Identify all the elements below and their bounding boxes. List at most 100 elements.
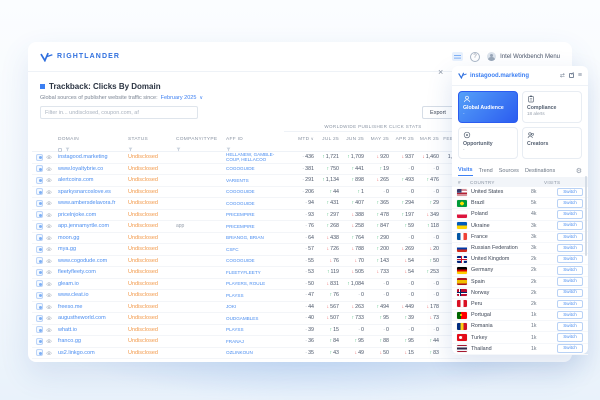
domain-link[interactable]: www.ambersdelavora.fr (58, 200, 128, 206)
aff-id-link[interactable]: PLAYSS (226, 293, 284, 298)
aff-id-link[interactable]: FRANAJ (226, 339, 284, 344)
switch-button[interactable]: Switch (557, 277, 583, 286)
preview-eye-icon[interactable] (46, 201, 52, 206)
panel-card-compliance[interactable]: Compliance18 alerts (522, 91, 582, 123)
switch-button[interactable]: Switch (557, 210, 583, 219)
tab-destinations[interactable]: Destinations (525, 168, 555, 176)
tab-sources[interactable]: Sources (499, 168, 519, 176)
export-button[interactable]: Export (422, 106, 454, 119)
open-external-icon[interactable] (569, 73, 574, 78)
country-name: Romania (471, 323, 531, 329)
aff-id-link[interactable]: OZLINKOUN (226, 350, 284, 355)
domain-link[interactable]: mya.gg (58, 246, 128, 252)
month-stat: ↓726 (314, 246, 339, 252)
help-icon[interactable]: ? (470, 52, 480, 62)
preview-eye-icon[interactable] (46, 190, 52, 195)
apps-icon[interactable] (452, 52, 463, 61)
domain-link[interactable]: www.cleat.io (58, 292, 128, 298)
aff-id-link[interactable]: PLAYERS, ROULE (226, 281, 284, 286)
preview-eye-icon[interactable] (46, 351, 52, 356)
domain-link[interactable]: www.loyaltybrie.co (58, 166, 128, 172)
aff-id-link[interactable]: COGOGUIDE (226, 258, 284, 263)
brand-logo[interactable]: RIGHTLANDER (40, 52, 120, 62)
preview-eye-icon[interactable] (46, 213, 52, 218)
preview-eye-icon[interactable] (46, 167, 52, 172)
country-row: Poland4kSwitch (452, 209, 588, 220)
up-arrow-icon: ↑ (430, 350, 433, 356)
preview-eye-icon[interactable] (46, 178, 52, 183)
domain-link[interactable]: sparkysnarcoslove.es (58, 189, 128, 195)
switch-button[interactable]: Switch (557, 255, 583, 264)
preview-eye-icon[interactable] (46, 339, 52, 344)
gear-icon[interactable]: ⚙ (576, 168, 582, 175)
switch-button[interactable]: Switch (557, 311, 583, 320)
swap-icon[interactable]: ⇄ (560, 72, 565, 79)
panel-scrollbar[interactable] (585, 176, 587, 256)
preview-eye-icon[interactable] (46, 236, 52, 241)
aff-id-link[interactable]: BRIANGG, BRIAN (226, 235, 284, 240)
domain-link[interactable]: fleetyfleety.com (58, 269, 128, 275)
switch-button[interactable]: Switch (557, 289, 583, 298)
switch-button[interactable]: Switch (557, 322, 583, 331)
panel-card-global-audience[interactable]: Global Audience- (458, 91, 518, 123)
domain-link[interactable]: moon.gg (58, 235, 128, 241)
preview-eye-icon[interactable] (46, 293, 52, 298)
domain-link[interactable]: us2.linkgo.com (58, 350, 128, 356)
switch-button[interactable]: Switch (557, 221, 583, 230)
preview-eye-icon[interactable] (46, 305, 52, 310)
domain-link[interactable]: augustheworld.com (58, 315, 128, 321)
domain-link[interactable]: www.cogodude.com (58, 258, 128, 264)
domain-link[interactable]: freeso.me (58, 304, 128, 310)
aff-id-link[interactable]: VARIENTS (226, 178, 284, 183)
preview-eye-icon[interactable] (46, 247, 52, 252)
since-dropdown[interactable]: February 2025 (161, 95, 197, 101)
switch-button[interactable]: Switch (557, 244, 583, 253)
aff-id-link[interactable]: COGOGUIDE (226, 201, 284, 206)
close-icon[interactable]: × (438, 68, 443, 77)
preview-eye-icon[interactable] (46, 259, 52, 264)
panel-card-creators[interactable]: Creators (522, 127, 582, 159)
select-all-checkbox[interactable] (58, 148, 62, 152)
preview-eye-icon[interactable] (46, 270, 52, 275)
tab-visits[interactable]: Visits (458, 167, 473, 176)
domain-link[interactable]: franco.gg (58, 338, 128, 344)
menu-icon[interactable]: ≡ (578, 72, 582, 79)
aff-id-link[interactable]: FLEETYFLEETY (226, 270, 284, 275)
preview-eye-icon[interactable] (46, 155, 52, 160)
switch-button[interactable]: Switch (557, 199, 583, 208)
preview-eye-icon[interactable] (46, 224, 52, 229)
aff-id-link[interactable]: PLAYSS (226, 327, 284, 332)
preview-eye-icon[interactable] (46, 328, 52, 333)
aff-id-link[interactable]: OUDGAMBLES (226, 316, 284, 321)
country-visits: 2k (531, 279, 557, 285)
aff-id-link[interactable]: JOKI (226, 304, 284, 309)
switch-button[interactable]: Switch (557, 344, 583, 353)
aff-id-link[interactable]: HELLANEW, GAMBLE-COUP, HELLACOO (226, 152, 284, 163)
aff-id-link[interactable]: PRICEMPIRE (226, 224, 284, 229)
switch-button[interactable]: Switch (557, 188, 583, 197)
switch-button[interactable]: Switch (557, 266, 583, 275)
tab-trend[interactable]: Trend (479, 168, 493, 176)
aff-id-link[interactable]: COGOGUIDE (226, 166, 284, 171)
domain-link[interactable]: pricelnjoke.com (58, 212, 128, 218)
switch-button[interactable]: Switch (557, 233, 583, 242)
panel-card-opportunity[interactable]: Opportunity- (458, 127, 518, 159)
user-menu[interactable]: Intel Workbench Menu (487, 52, 560, 61)
domain-link[interactable]: gleam.io (58, 281, 128, 287)
domain-link[interactable]: whatt.io (58, 327, 128, 333)
aff-id-link[interactable]: CSFC (226, 247, 284, 252)
preview-eye-icon[interactable] (46, 316, 52, 321)
switch-button[interactable]: Switch (557, 333, 583, 342)
aff-id-link[interactable]: COGOGUIDE (226, 189, 284, 194)
column-header-mtd[interactable]: MTD ∨ (284, 136, 314, 142)
switch-button[interactable]: Switch (557, 300, 583, 309)
aff-id-link[interactable]: PRICEMPIRE (226, 212, 284, 217)
chevron-down-icon[interactable]: ∨ (199, 95, 203, 101)
domain-link[interactable]: alertcoins.com (58, 177, 128, 183)
company-filter-icon[interactable] (176, 139, 181, 157)
panel-site-link[interactable]: instagood.marketing (470, 73, 529, 79)
preview-eye-icon[interactable] (46, 282, 52, 287)
domain-link[interactable]: instagood.marketing (58, 154, 128, 160)
filter-input[interactable] (40, 106, 198, 119)
domain-link[interactable]: app.jennamyrtle.com (58, 223, 128, 229)
